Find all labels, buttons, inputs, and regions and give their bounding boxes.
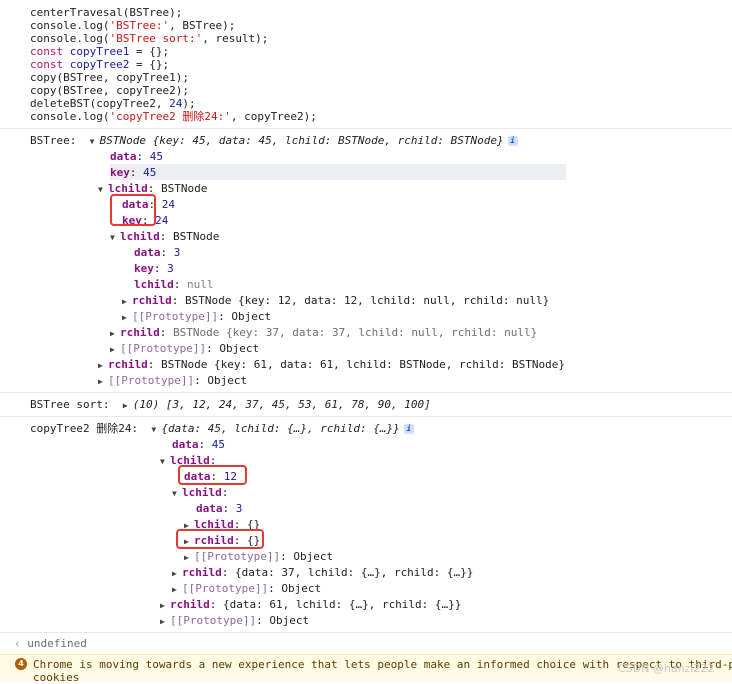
- info-icon[interactable]: i: [403, 424, 414, 434]
- return-arrow-icon: ‹: [14, 637, 21, 650]
- property-row: data: 45: [172, 438, 225, 451]
- expand-triangle-icon[interactable]: ▼: [160, 455, 170, 468]
- expand-triangle-icon[interactable]: ▶: [184, 551, 194, 564]
- expand-triangle-icon[interactable]: ▼: [98, 183, 108, 196]
- separator: [0, 632, 732, 633]
- property-row-expandable[interactable]: ▶ rchild: BSTNode {key: 12, data: 12, lch…: [122, 294, 549, 307]
- code-line: copy(BSTree, copyTree2);: [30, 84, 189, 97]
- annotation-box: [110, 194, 156, 226]
- separator: [0, 392, 732, 393]
- annotation-box: [176, 529, 264, 549]
- property-row: key: 3: [134, 262, 174, 275]
- selected-row-highlight: [110, 164, 566, 180]
- property-row-expandable[interactable]: ▶ rchild: {data: 37, lchild: {…}, rchild:…: [172, 566, 473, 579]
- expand-triangle-icon[interactable]: ▼: [151, 423, 161, 436]
- property-row: data: 3: [196, 502, 243, 515]
- code-line: centerTravesal(BSTree);: [30, 6, 183, 19]
- separator: [0, 416, 732, 417]
- expand-triangle-icon[interactable]: ▶: [160, 615, 170, 628]
- expand-triangle-icon[interactable]: ▶: [110, 327, 120, 340]
- property-row-expandable[interactable]: ▶ [[Prototype]]: Object: [122, 310, 271, 323]
- property-row-expandable[interactable]: ▶ [[Prototype]]: Object: [184, 550, 333, 563]
- property-row: key: 45: [110, 166, 157, 179]
- property-row-expandable[interactable]: ▶ [[Prototype]]: Object: [172, 582, 321, 595]
- code-line: deleteBST(copyTree2, 24);: [30, 97, 196, 110]
- log-entry-bstree[interactable]: BSTree: ▼ BSTNode {key: 45, data: 45, lch…: [30, 134, 518, 147]
- return-value-row: ‹ undefined: [14, 637, 87, 650]
- annotation-box: [178, 465, 247, 485]
- property-row-expandable[interactable]: ▶ [[Prototype]]: Object: [160, 614, 309, 627]
- code-line: console.log('BSTree:', BSTree);: [30, 19, 236, 32]
- expand-triangle-icon[interactable]: ▶: [172, 583, 182, 596]
- property-row: data: 45: [110, 150, 163, 163]
- code-line: const copyTree2 = {};: [30, 58, 170, 71]
- warning-count-badge[interactable]: 4: [15, 658, 27, 670]
- expand-triangle-icon[interactable]: ▶: [160, 599, 170, 612]
- property-row: lchild: null: [134, 278, 214, 291]
- property-row-expandable[interactable]: ▶ rchild: BSTNode {key: 37, data: 37, lch…: [110, 326, 537, 339]
- expand-triangle-icon[interactable]: ▶: [172, 567, 182, 580]
- info-icon[interactable]: i: [507, 136, 518, 146]
- expand-triangle-icon[interactable]: ▼: [90, 135, 100, 148]
- code-line: copy(BSTree, copyTree1);: [30, 71, 189, 84]
- expand-triangle-icon[interactable]: ▶: [98, 375, 108, 388]
- property-row-expandable[interactable]: ▶ [[Prototype]]: Object: [110, 342, 259, 355]
- property-row-expandable[interactable]: ▼ lchild:: [172, 486, 228, 499]
- expand-triangle-icon[interactable]: ▶: [122, 311, 132, 324]
- code-line: console.log('copyTree2 删除24:', copyTree2…: [30, 110, 317, 123]
- expand-triangle-icon[interactable]: ▶: [122, 295, 132, 308]
- expand-triangle-icon[interactable]: ▶: [98, 359, 108, 372]
- log-entry-sort[interactable]: BSTree sort: ▶ (10) [3, 12, 24, 37, 45, 5…: [30, 398, 431, 411]
- expand-triangle-icon[interactable]: ▼: [172, 487, 182, 500]
- separator: [0, 128, 732, 129]
- property-row-expandable[interactable]: ▶ rchild: {data: 61, lchild: {…}, rchild:…: [160, 598, 461, 611]
- property-row-expandable[interactable]: ▶ rchild: BSTNode {key: 61, data: 61, lch…: [98, 358, 565, 371]
- expand-triangle-icon[interactable]: ▶: [110, 343, 120, 356]
- expand-triangle-icon[interactable]: ▶: [123, 399, 133, 412]
- code-line: console.log('BSTree sort:', result);: [30, 32, 269, 45]
- watermark: CSDN @hanzi222: [618, 662, 715, 675]
- code-line: const copyTree1 = {};: [30, 45, 170, 58]
- property-row-expandable[interactable]: ▶ [[Prototype]]: Object: [98, 374, 247, 387]
- property-row-expandable[interactable]: ▼ lchild: BSTNode: [110, 230, 219, 243]
- property-row: data: 3: [134, 246, 181, 259]
- log-entry-copytree2[interactable]: copyTree2 删除24: ▼ {data: 45, lchild: {…},…: [30, 422, 414, 435]
- expand-triangle-icon[interactable]: ▼: [110, 231, 120, 244]
